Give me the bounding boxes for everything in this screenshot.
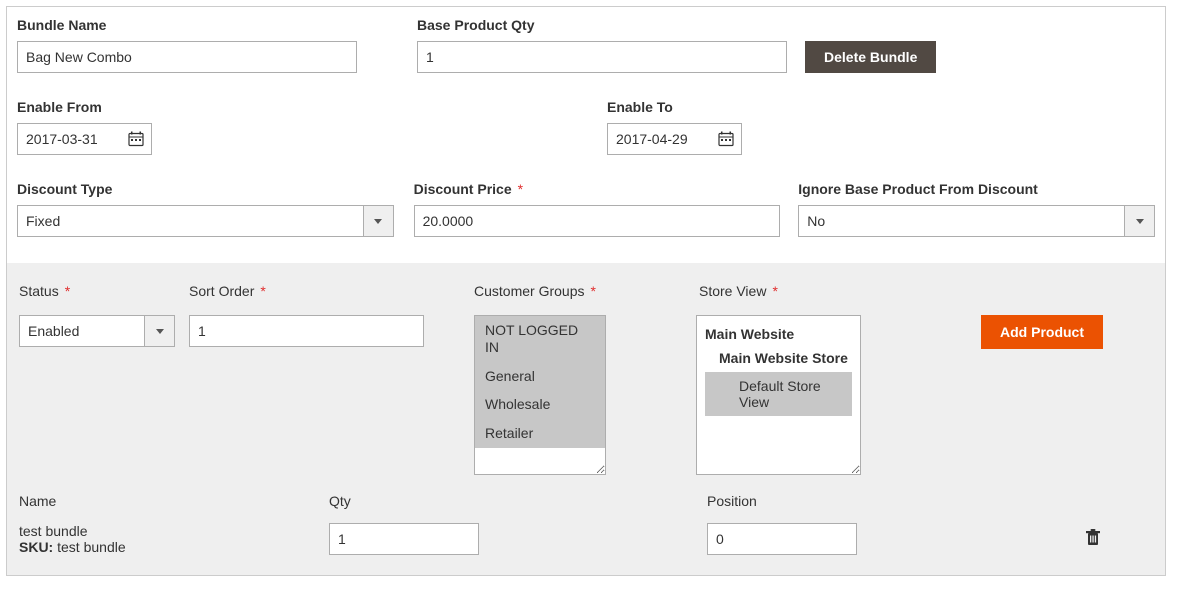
ignore-base-field: Ignore Base Product From Discount No [798,181,1155,237]
base-product-qty-label: Base Product Qty [417,17,787,33]
sub-header-row: Status Sort Order Customer Groups Store … [19,283,1153,299]
discount-type-field: Discount Type Fixed [17,181,394,237]
bundle-edit-panel: Bundle Name Base Product Qty Delete Bund… [6,6,1166,576]
enable-to-value: 2017-04-29 [608,124,711,154]
bundle-name-field: Bundle Name [17,17,357,73]
customer-groups-multiselect[interactable]: NOT LOGGED IN General Wholesale Retailer [474,315,606,475]
enable-from-label: Enable From [17,99,357,115]
calendar-icon[interactable] [121,124,151,154]
product-qty-input[interactable] [329,523,479,555]
enable-from-value: 2017-03-31 [18,124,121,154]
sort-order-input[interactable] [189,315,424,347]
enable-to-field: Enable To 2017-04-29 [607,99,742,155]
sub-controls-row: Enabled NOT LOGGED IN General Wholesale … [19,315,1153,475]
product-position-cell [707,523,1085,555]
status-label: Status [19,283,70,299]
bundle-name-label: Bundle Name [17,17,357,33]
product-header-position: Position [707,493,1153,509]
store-view-view[interactable]: Default Store View [705,372,852,416]
customer-group-option[interactable]: Retailer [475,419,605,448]
store-view-label: Store View [699,283,778,299]
product-name: test bundle [19,523,329,539]
row-discount: Discount Type Fixed Discount Price Ignor… [17,181,1155,237]
discount-price-input[interactable] [414,205,781,237]
ignore-base-label: Ignore Base Product From Discount [798,181,1155,197]
product-name-cell: test bundle SKU: test bundle [19,523,329,555]
customer-groups-label: Customer Groups [474,283,596,299]
customer-group-option[interactable]: Wholesale [475,390,605,419]
status-select[interactable]: Enabled [19,315,175,347]
calendar-icon[interactable] [711,124,741,154]
product-sku: test bundle [57,539,126,555]
sort-order-label: Sort Order [189,283,266,299]
enable-to-input[interactable]: 2017-04-29 [607,123,742,155]
product-table-header: Name Qty Position [19,493,1153,509]
add-product-button[interactable]: Add Product [981,315,1103,349]
enable-to-label: Enable To [607,99,742,115]
store-view-select[interactable]: Main Website Main Website Store Default … [696,315,861,475]
product-header-qty: Qty [329,493,707,509]
base-product-qty-input[interactable] [417,41,787,73]
store-view-website[interactable]: Main Website [705,326,852,342]
ignore-base-value: No [799,206,1124,236]
status-value: Enabled [20,316,144,346]
chevron-down-icon [363,206,393,236]
product-sku-label: SKU: [19,539,53,555]
product-qty-cell [329,523,707,555]
store-view-store[interactable]: Main Website Store [705,350,852,366]
enable-from-field: Enable From 2017-03-31 [17,99,357,155]
trash-icon[interactable] [1085,529,1101,550]
product-row: test bundle SKU: test bundle [19,517,1153,565]
discount-price-field: Discount Price [414,181,781,237]
row-enable-dates: Enable From 2017-03-31 Enable To 2017-04… [17,99,1155,155]
product-sku-line: SKU: test bundle [19,539,329,555]
discount-price-label: Discount Price [414,181,781,197]
product-sub-panel: Status Sort Order Customer Groups Store … [7,263,1165,575]
enable-from-input[interactable]: 2017-03-31 [17,123,152,155]
chevron-down-icon [1124,206,1154,236]
discount-type-value: Fixed [18,206,363,236]
bundle-name-input[interactable] [17,41,357,73]
product-header-name: Name [19,493,329,509]
delete-bundle-wrap: Delete Bundle [805,41,936,73]
ignore-base-select[interactable]: No [798,205,1155,237]
chevron-down-icon [144,316,174,346]
customer-group-option[interactable]: General [475,362,605,391]
customer-group-option[interactable]: NOT LOGGED IN [475,316,605,362]
discount-type-label: Discount Type [17,181,394,197]
product-position-input[interactable] [707,523,857,555]
delete-bundle-button[interactable]: Delete Bundle [805,41,936,73]
row-bundle-name: Bundle Name Base Product Qty Delete Bund… [17,17,1155,73]
discount-type-select[interactable]: Fixed [17,205,394,237]
base-product-qty-field: Base Product Qty [417,17,787,73]
